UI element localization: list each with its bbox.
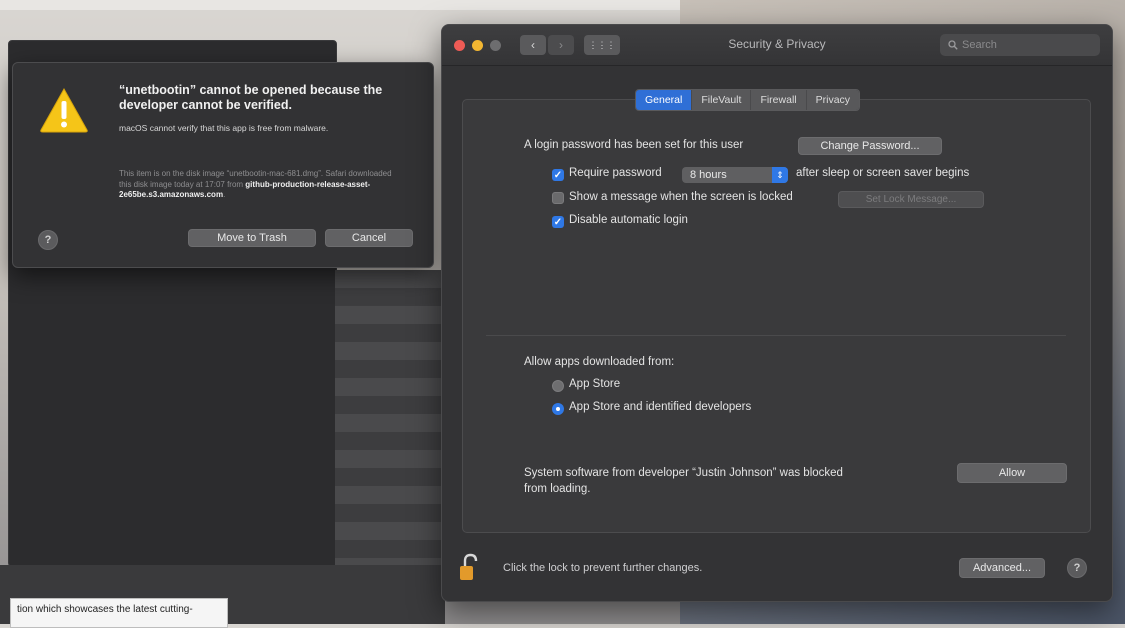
zoom-window-button[interactable] xyxy=(490,40,501,51)
chevron-updown-icon: ⇕ xyxy=(772,167,788,183)
security-privacy-window: ‹ › ⋮⋮⋮ Security & Privacy Search Genera… xyxy=(441,24,1113,602)
set-lock-message-button[interactable]: Set Lock Message... xyxy=(838,191,984,208)
tab-firewall[interactable]: Firewall xyxy=(751,90,807,110)
show-message-checkbox[interactable] xyxy=(552,192,564,204)
warning-triangle-icon xyxy=(40,87,88,133)
chevron-left-icon: ‹ xyxy=(531,38,535,52)
title-bar: ‹ › ⋮⋮⋮ Security & Privacy Search xyxy=(442,25,1112,66)
allow-apps-heading: Allow apps downloaded from: xyxy=(524,356,675,368)
tab-privacy[interactable]: Privacy xyxy=(806,90,860,110)
grid-icon: ⋮⋮⋮ xyxy=(588,39,616,50)
forward-button[interactable]: › xyxy=(548,35,574,55)
disable-auto-login-label: Disable automatic login xyxy=(569,214,688,226)
search-placeholder: Search xyxy=(962,39,997,51)
lock-text: Click the lock to prevent further change… xyxy=(503,562,703,574)
app-store-radio[interactable] xyxy=(552,380,564,392)
alert-info-end: . xyxy=(223,190,226,199)
move-to-trash-button[interactable]: Move to Trash xyxy=(188,229,316,247)
window-title: Security & Privacy xyxy=(728,37,826,51)
system-software-text: System software from developer “Justin J… xyxy=(524,467,843,479)
system-software-text-2: from loading. xyxy=(524,483,591,495)
cancel-button[interactable]: Cancel xyxy=(325,229,413,247)
alert-message: macOS cannot verify that this app is fre… xyxy=(119,123,329,133)
background-list xyxy=(335,270,445,570)
require-password-label: Require password xyxy=(569,167,662,179)
show-message-label: Show a message when the screen is locked xyxy=(569,191,793,203)
require-password-suffix: after sleep or screen saver begins xyxy=(796,167,970,179)
background-document-text: tion which showcases the latest cutting- xyxy=(17,604,193,615)
tab-filevault[interactable]: FileVault xyxy=(692,90,752,110)
advanced-button[interactable]: Advanced... xyxy=(959,558,1045,578)
login-password-text: A login password has been set for this u… xyxy=(524,139,744,151)
search-field[interactable]: Search xyxy=(940,34,1100,56)
close-window-button[interactable] xyxy=(454,40,465,51)
unverified-developer-alert: “unetbootin” cannot be opened because th… xyxy=(12,62,434,268)
require-password-checkbox[interactable]: ✓ xyxy=(552,169,564,181)
app-store-label: App Store xyxy=(569,378,621,390)
back-button[interactable]: ‹ xyxy=(520,35,546,55)
help-button[interactable]: ? xyxy=(1067,558,1087,578)
disable-auto-login-checkbox[interactable]: ✓ xyxy=(552,216,564,228)
search-icon xyxy=(948,40,958,50)
alert-help-button[interactable]: ? xyxy=(38,230,58,250)
section-divider xyxy=(486,335,1066,336)
change-password-button[interactable]: Change Password... xyxy=(798,137,942,155)
alert-title: “unetbootin” cannot be opened because th… xyxy=(119,83,383,112)
app-store-identified-radio[interactable] xyxy=(552,403,564,415)
allow-button[interactable]: Allow xyxy=(957,463,1067,483)
alert-info: This item is on the disk image “unetboot… xyxy=(119,169,399,201)
tab-bar: General FileVault Firewall Privacy xyxy=(635,89,861,111)
minimize-window-button[interactable] xyxy=(472,40,483,51)
lock-icon[interactable] xyxy=(459,553,481,581)
tab-general[interactable]: General xyxy=(636,90,693,110)
show-all-button[interactable]: ⋮⋮⋮ xyxy=(584,35,620,55)
require-password-value: 8 hours xyxy=(690,169,727,181)
chevron-right-icon: › xyxy=(559,38,563,52)
app-store-identified-label: App Store and identified developers xyxy=(569,401,752,413)
require-password-select[interactable]: 8 hours ⇕ xyxy=(682,167,788,183)
